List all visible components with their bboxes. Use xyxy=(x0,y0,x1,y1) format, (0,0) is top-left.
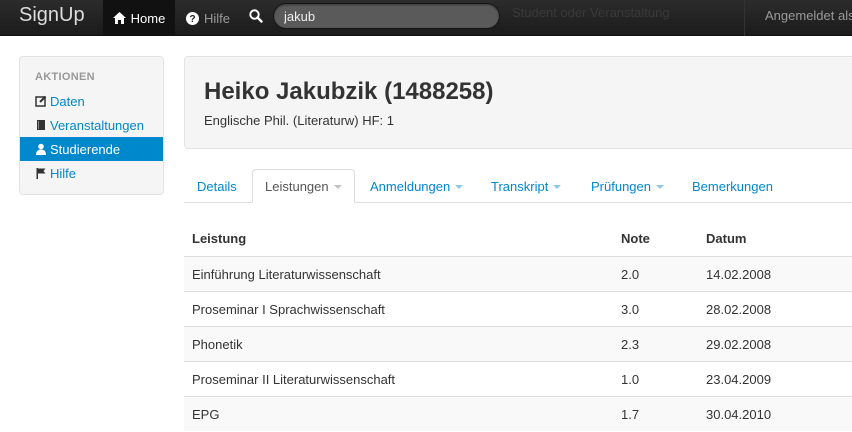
cell-note: 1.0 xyxy=(621,371,640,387)
tab-anmeldungen[interactable]: Anmeldungen xyxy=(358,169,475,203)
svg-text:?: ? xyxy=(189,14,195,25)
tab-label: Prüfungen xyxy=(591,178,651,194)
caret-down-icon xyxy=(455,185,464,189)
cell-leistung: Phonetik xyxy=(192,336,243,352)
student-program: Englische Phil. (Literaturw) HF: 1 xyxy=(204,113,395,128)
top-navbar: SignUp Home ? Hilfe Student oder Veranst… xyxy=(0,0,852,36)
cell-note: 3.0 xyxy=(621,301,640,317)
cell-datum: 14.02.2008 xyxy=(706,266,772,282)
cell-datum: 23.04.2009 xyxy=(706,371,772,387)
student-name: Heiko Jakubzik (1488258) xyxy=(204,78,494,105)
cell-note: 2.3 xyxy=(621,336,640,352)
sidebar-header: Aktionen xyxy=(35,71,95,83)
cell-note: 1.7 xyxy=(621,406,640,422)
student-header: Heiko Jakubzik (1488258) Englische Phil.… xyxy=(184,56,852,149)
tab-bemerkungen[interactable]: Bemerkungen xyxy=(680,169,785,203)
nav-divider xyxy=(744,0,745,36)
nav-hilfe-label: Hilfe xyxy=(204,10,231,26)
table-row: Einführung Literaturwissenschaft 2.0 14.… xyxy=(184,256,852,291)
caret-down-icon xyxy=(656,185,664,189)
table-row: EPG 1.7 30.04.2010 xyxy=(184,396,852,431)
search-input[interactable] xyxy=(273,3,500,29)
tab-bar: Details Leistungen Anmeldungen Transkrip… xyxy=(184,169,852,203)
flag-icon xyxy=(36,168,46,179)
cell-leistung: EPG xyxy=(192,406,220,422)
user-icon xyxy=(36,143,46,155)
tab-label: Leistungen xyxy=(265,178,329,194)
table-row: Proseminar II Literaturwissenschaft 1.0 … xyxy=(184,361,852,396)
table-row: Proseminar I Sprachwissenschaft 3.0 28.0… xyxy=(184,291,852,326)
search-ghost-text: Student oder Veranstaltung xyxy=(512,5,670,20)
column-header-datum[interactable]: Datum xyxy=(706,220,746,256)
search-icon xyxy=(249,9,263,23)
cell-leistung: Einführung Literaturwissenschaft xyxy=(192,266,381,282)
table-row: Phonetik 2.3 29.02.2008 xyxy=(184,326,852,361)
cell-leistung: Proseminar I Sprachwissenschaft xyxy=(192,301,385,317)
cell-datum: 28.02.2008 xyxy=(706,301,772,317)
caret-down-icon xyxy=(553,185,562,189)
sidebar-item-label: Daten xyxy=(50,93,85,109)
sidebar-item-label: Veranstaltungen xyxy=(50,117,144,133)
column-header-leistung[interactable]: Leistung xyxy=(192,220,246,256)
book-icon xyxy=(37,120,45,130)
sidebar-item-label: Studierende xyxy=(50,141,121,157)
nav-home-label: Home xyxy=(130,10,166,26)
tab-pruefungen[interactable]: Prüfungen xyxy=(579,169,676,203)
cell-note: 2.0 xyxy=(621,266,640,282)
sidebar: Aktionen Daten Veranstaltungen Studieren… xyxy=(19,56,164,195)
edit-icon xyxy=(35,95,47,107)
caret-down-icon xyxy=(333,185,342,189)
nav-hilfe-link[interactable]: ? Hilfe xyxy=(178,0,230,36)
sidebar-item-hilfe[interactable]: Hilfe xyxy=(20,161,163,185)
home-icon xyxy=(112,12,126,24)
cell-datum: 29.02.2008 xyxy=(706,336,772,352)
tab-label: Details xyxy=(197,178,237,194)
tab-details[interactable]: Details xyxy=(185,169,249,203)
brand-logo[interactable]: SignUp xyxy=(19,4,85,27)
cell-datum: 30.04.2010 xyxy=(706,406,772,422)
sidebar-item-studierende[interactable]: Studierende xyxy=(20,137,163,161)
column-header-note[interactable]: Note xyxy=(621,220,650,256)
tab-label: Transkript xyxy=(491,178,549,194)
leistungen-table: Leistung Note Datum Einführung Literatur… xyxy=(184,220,852,431)
sidebar-item-label: Hilfe xyxy=(50,165,77,181)
tab-label: Anmeldungen xyxy=(370,178,451,194)
question-icon: ? xyxy=(186,11,199,25)
sidebar-item-veranstaltungen[interactable]: Veranstaltungen xyxy=(20,113,163,137)
cell-leistung: Proseminar II Literaturwissenschaft xyxy=(192,371,396,387)
table-header-row: Leistung Note Datum xyxy=(184,220,852,256)
sidebar-item-daten[interactable]: Daten xyxy=(20,89,163,113)
tab-transkript[interactable]: Transkript xyxy=(479,169,573,203)
tab-label: Bemerkungen xyxy=(692,178,773,194)
tab-leistungen[interactable]: Leistungen xyxy=(252,169,355,203)
nav-home-link[interactable]: Home xyxy=(103,0,175,36)
logged-in-as-text: Angemeldet als xyxy=(765,8,852,23)
